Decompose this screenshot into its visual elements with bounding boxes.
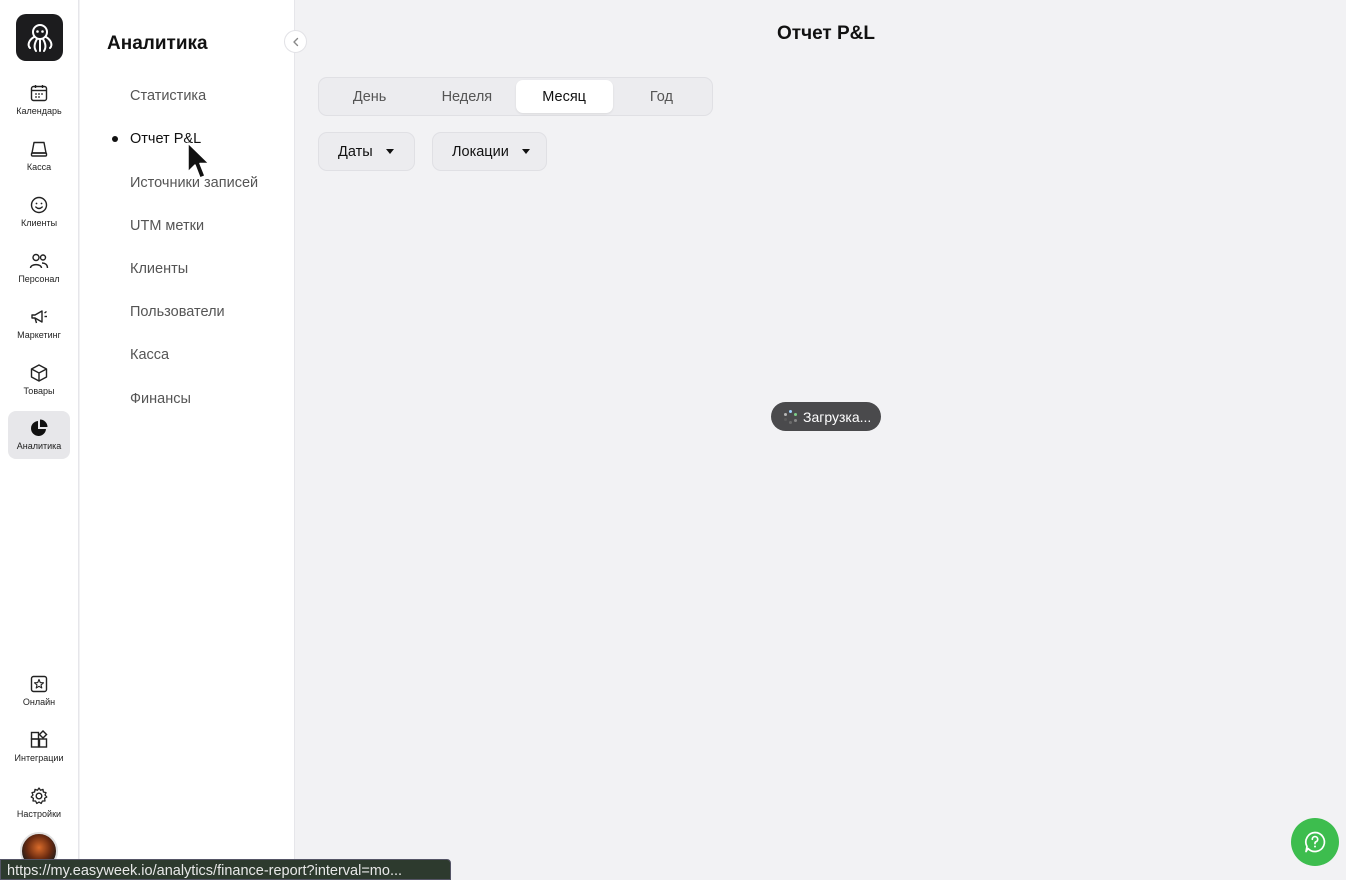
rail-label: Календарь bbox=[16, 106, 62, 116]
calendar-icon bbox=[30, 85, 48, 102]
page-title: Отчет P&L bbox=[776, 23, 875, 44]
rail-item-clients[interactable]: Клиенты bbox=[8, 192, 70, 240]
sidebar-item-utm[interactable]: UTM метки bbox=[130, 218, 204, 234]
loading-indicator: Загрузка... bbox=[771, 402, 881, 431]
rail-item-staff[interactable]: Персонал bbox=[8, 248, 70, 296]
locations-dropdown-label: Локации bbox=[452, 143, 509, 160]
analytics-sidebar: Аналитика Статистика Отчет P&L Источники… bbox=[80, 0, 295, 880]
rail-label: Маркетинг bbox=[17, 330, 61, 340]
sidebar-title: Аналитика bbox=[107, 33, 208, 54]
dates-dropdown-label: Даты bbox=[338, 143, 373, 160]
collapse-sidebar-button[interactable] bbox=[284, 30, 307, 53]
rail-label: Касса bbox=[26, 162, 52, 172]
gear-icon bbox=[30, 787, 48, 805]
sidebar-item-pl-report[interactable]: Отчет P&L bbox=[130, 131, 201, 147]
period-selector: День Неделя Месяц Год bbox=[318, 77, 713, 116]
sidebar-item-statistics[interactable]: Статистика bbox=[130, 88, 206, 104]
locations-dropdown[interactable]: Локации bbox=[432, 132, 547, 171]
help-chat-icon bbox=[1305, 831, 1326, 853]
rail-label: Персонал bbox=[18, 274, 60, 284]
rail-label: Клиенты bbox=[20, 218, 58, 228]
help-button[interactable] bbox=[1291, 818, 1339, 866]
rail-item-analytics[interactable]: Аналитика bbox=[8, 411, 70, 459]
dates-dropdown[interactable]: Даты bbox=[318, 132, 415, 171]
icon-rail: Календарь Касса Клиенты Персонал Маркети… bbox=[0, 0, 79, 880]
caret-down-icon bbox=[385, 149, 394, 154]
sidebar-item-finance[interactable]: Финансы bbox=[130, 391, 191, 407]
rail-item-online[interactable]: Онлайн bbox=[8, 671, 70, 719]
rail-item-settings[interactable]: Настройки bbox=[8, 783, 70, 831]
megaphone-icon bbox=[31, 310, 47, 324]
caret-down-icon bbox=[521, 149, 530, 154]
period-year-button[interactable]: Год bbox=[613, 80, 710, 113]
period-day-button[interactable]: День bbox=[321, 80, 418, 113]
integrations-icon bbox=[30, 730, 48, 748]
sidebar-item-cash[interactable]: Касса bbox=[130, 347, 169, 363]
rail-item-calendar[interactable]: Календарь bbox=[8, 80, 70, 128]
sidebar-item-booking-sources[interactable]: Источники записей bbox=[130, 175, 258, 191]
rail-label: Настройки bbox=[16, 809, 62, 819]
smiley-icon bbox=[30, 196, 48, 214]
pie-chart-icon bbox=[31, 419, 48, 436]
status-bar-url: https://my.easyweek.io/analytics/finance… bbox=[0, 859, 451, 880]
chevron-left-icon bbox=[292, 37, 298, 46]
rail-item-products[interactable]: Товары bbox=[8, 360, 70, 408]
staff-icon bbox=[29, 253, 49, 269]
loading-text: Загрузка... bbox=[803, 408, 872, 425]
octopus-logo-icon[interactable] bbox=[16, 14, 63, 61]
rail-item-marketing[interactable]: Маркетинг bbox=[8, 304, 70, 352]
star-icon bbox=[30, 675, 48, 693]
sidebar-item-clients[interactable]: Клиенты bbox=[130, 261, 188, 277]
rail-label: Интеграции bbox=[14, 753, 64, 763]
active-item-dot bbox=[112, 136, 118, 142]
cash-register-icon bbox=[30, 141, 48, 157]
spinner-icon bbox=[783, 409, 799, 425]
rail-label: Аналитика bbox=[16, 441, 62, 451]
sidebar-item-users[interactable]: Пользователи bbox=[130, 304, 225, 320]
rail-label: Товары bbox=[23, 386, 55, 396]
rail-label: Онлайн bbox=[22, 697, 56, 707]
period-month-button[interactable]: Месяц bbox=[515, 80, 613, 113]
period-week-button[interactable]: Неделя bbox=[418, 80, 515, 113]
box-icon bbox=[30, 364, 48, 382]
rail-item-integrations[interactable]: Интеграции bbox=[8, 727, 70, 775]
rail-item-cash[interactable]: Касса bbox=[8, 136, 70, 184]
